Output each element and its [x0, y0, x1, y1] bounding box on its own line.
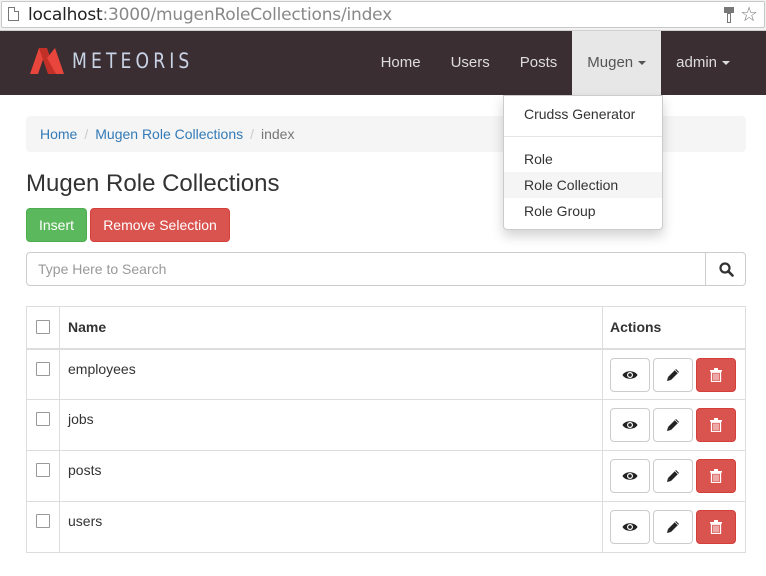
pencil-icon [667, 521, 679, 533]
view-button[interactable] [610, 459, 650, 493]
menu-item-role-group[interactable]: Role Group [504, 198, 662, 224]
navbar: METEORIS Home Users Posts Mugen admin [0, 31, 766, 95]
edit-button[interactable] [653, 357, 693, 392]
url-host: localhost [28, 5, 103, 25]
nav-mugen-label: Mugen [587, 54, 634, 71]
nav-admin-dropdown[interactable]: admin [661, 31, 766, 95]
delete-button[interactable] [696, 408, 736, 442]
edit-button[interactable] [653, 510, 693, 544]
eye-icon [622, 523, 638, 531]
address-field[interactable]: localhost:3000/mugenRoleCollections/inde… [1, 1, 765, 28]
menu-divider [504, 136, 662, 137]
search-button[interactable] [705, 252, 746, 286]
trash-icon [710, 418, 722, 432]
breadcrumb-current: index [261, 126, 295, 142]
row-actions-cell [602, 348, 746, 400]
row-select-cell [26, 348, 60, 400]
row-select-cell [26, 501, 60, 553]
delete-button[interactable] [696, 459, 736, 493]
role-collections-table: Name Actions employees jobs posts users [26, 306, 746, 553]
search-input[interactable] [26, 252, 706, 286]
row-name-cell: jobs [59, 399, 603, 451]
insert-button[interactable]: Insert [26, 208, 87, 242]
table-row: users [26, 501, 746, 553]
search-icon [719, 262, 734, 277]
row-actions-cell [602, 501, 746, 553]
brand-name: METEORIS [72, 49, 194, 73]
select-all-checkbox[interactable] [36, 320, 50, 335]
table-row: employees [26, 348, 746, 400]
edit-button[interactable] [653, 408, 693, 442]
column-header-actions: Actions [602, 306, 746, 350]
menu-item-crudss-generator[interactable]: Crudss Generator [504, 101, 662, 127]
pencil-icon [667, 368, 679, 381]
view-button[interactable] [610, 510, 650, 544]
main-nav: Home Users Posts Mugen admin [366, 31, 766, 95]
nav-home-label: Home [380, 54, 421, 71]
row-actions-cell [602, 399, 746, 451]
row-name: users [68, 513, 103, 529]
row-checkbox[interactable] [36, 361, 50, 376]
breadcrumb-separator: / [84, 126, 89, 142]
bookmark-star-icon[interactable]: ☆ [740, 3, 758, 27]
nav-posts-label: Posts [519, 54, 558, 71]
breadcrumb-mugen-role-collections[interactable]: Mugen Role Collections [95, 126, 243, 142]
row-select-cell [26, 450, 60, 502]
url-path: :3000/mugenRoleCollections/index [102, 5, 393, 25]
breadcrumb-separator: / [250, 126, 254, 142]
nav-admin-label: admin [676, 54, 717, 71]
menu-item-role[interactable]: Role [504, 146, 662, 172]
select-all-cell [26, 306, 60, 350]
trash-icon [710, 367, 722, 382]
row-checkbox[interactable] [36, 514, 50, 528]
pencil-icon [667, 419, 679, 431]
search-group [26, 252, 746, 286]
browser-url-bar: localhost:3000/mugenRoleCollections/inde… [0, 0, 766, 31]
edit-button[interactable] [653, 459, 693, 493]
row-name-cell: employees [59, 348, 603, 400]
row-checkbox[interactable] [36, 463, 50, 477]
caret-down-icon [722, 61, 730, 66]
url-text[interactable]: localhost:3000/mugenRoleCollections/inde… [28, 5, 392, 25]
column-header-name: Name [59, 306, 603, 350]
eye-icon [622, 472, 638, 480]
row-name-cell: users [59, 501, 603, 553]
nav-posts[interactable]: Posts [505, 31, 573, 95]
remove-selection-button[interactable]: Remove Selection [90, 208, 230, 242]
delete-button[interactable] [696, 357, 736, 392]
table-row: posts [26, 450, 746, 502]
table-row: jobs [26, 399, 746, 451]
eye-icon [622, 421, 638, 429]
nav-home[interactable]: Home [366, 31, 436, 95]
pencil-icon [667, 470, 679, 482]
eye-icon [622, 370, 638, 379]
caret-down-icon [638, 61, 647, 66]
row-name: posts [68, 462, 102, 478]
mugen-dropdown-menu: Crudss Generator Role Role Collection Ro… [503, 95, 663, 230]
row-actions-cell [602, 450, 746, 502]
row-select-cell [26, 399, 60, 451]
row-name-cell: posts [59, 450, 603, 502]
row-name: employees [68, 360, 136, 377]
page-icon [8, 7, 19, 21]
view-button[interactable] [610, 408, 650, 442]
table-header-row: Name Actions [26, 306, 746, 350]
view-button[interactable] [610, 357, 650, 392]
row-name: jobs [68, 411, 94, 427]
page-title: Mugen Role Collections [26, 170, 280, 197]
delete-button[interactable] [696, 510, 736, 544]
nav-mugen-dropdown[interactable]: Mugen [572, 31, 662, 95]
trash-icon [710, 469, 722, 483]
meteoris-logo-icon [30, 48, 64, 74]
trash-icon [710, 520, 722, 534]
row-checkbox[interactable] [36, 412, 50, 426]
brand-logo[interactable]: METEORIS [30, 47, 220, 75]
nav-users-label: Users [450, 54, 490, 71]
nav-users[interactable]: Users [436, 31, 505, 95]
menu-item-role-collection[interactable]: Role Collection [504, 172, 662, 198]
breadcrumb-home[interactable]: Home [40, 126, 77, 142]
key-icon[interactable] [724, 7, 734, 23]
